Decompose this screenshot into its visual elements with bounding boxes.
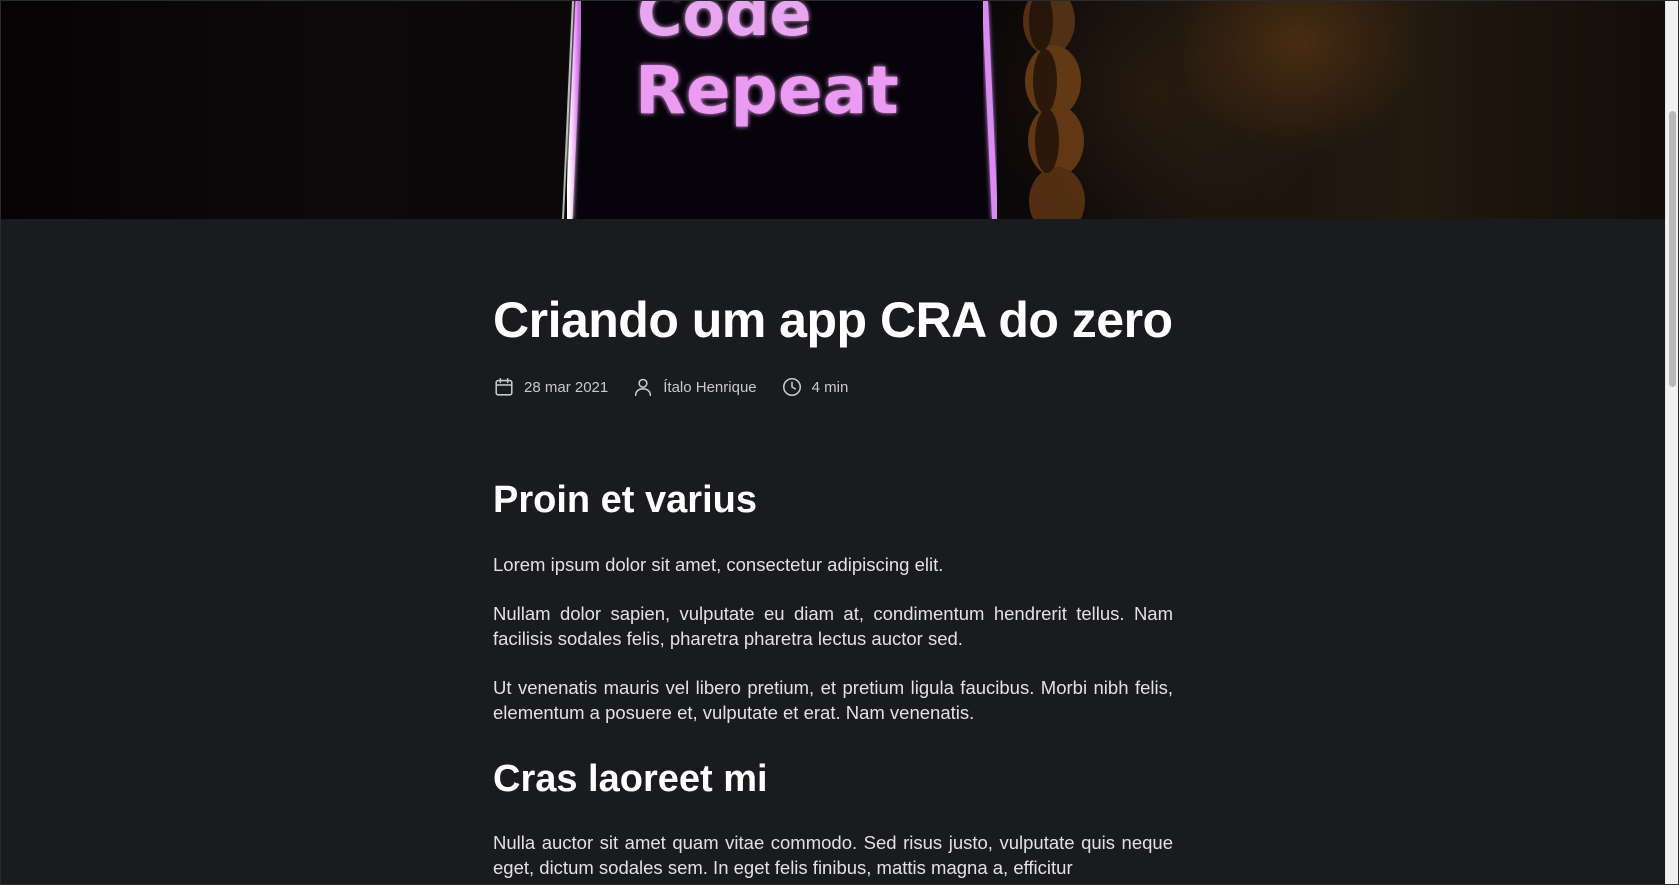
banner-text-repeat: Repeat xyxy=(635,52,899,129)
paragraph: Lorem ipsum dolor sit amet, consectetur … xyxy=(493,554,944,575)
calendar-icon xyxy=(495,377,513,396)
banner-text-code: Code xyxy=(637,1,812,50)
post-author-text: Ítalo Henrique xyxy=(663,378,757,396)
post-reading-time-text: 4 min xyxy=(811,378,849,396)
user-icon xyxy=(635,378,652,397)
hand-fingers xyxy=(1023,1,1085,219)
scrollbar-thumb[interactable] xyxy=(1669,111,1676,387)
paragraph: Nulla auctor sit amet quam vitae commodo… xyxy=(493,832,1173,878)
paragraph: Ut venenatis mauris vel libero pretium, … xyxy=(493,677,1173,723)
clock-icon xyxy=(782,377,801,397)
paragraph: Nullam dolor sapien, vulputate eu diam a… xyxy=(493,603,1173,649)
post-reading-time: 4 min xyxy=(781,376,849,398)
post-date-text: 28 mar 2021 xyxy=(524,378,609,396)
vertical-scrollbar[interactable] xyxy=(1665,1,1678,884)
post-date: 28 mar 2021 xyxy=(493,376,608,398)
banner-illustration: Code Repeat xyxy=(562,1,1085,219)
post-meta: 28 mar 2021 Ítalo Henrique 4 min xyxy=(493,375,872,399)
section-heading: Proin et varius xyxy=(493,479,757,521)
post-page: Code Repeat Criando um app CRA do zero 2… xyxy=(0,0,1679,885)
post-title: Criando um app CRA do zero xyxy=(493,292,1173,348)
section-heading: Cras laoreet mi xyxy=(493,758,768,800)
post-author: Ítalo Henrique xyxy=(632,376,757,398)
post-banner-image: Code Repeat xyxy=(1,1,1667,219)
